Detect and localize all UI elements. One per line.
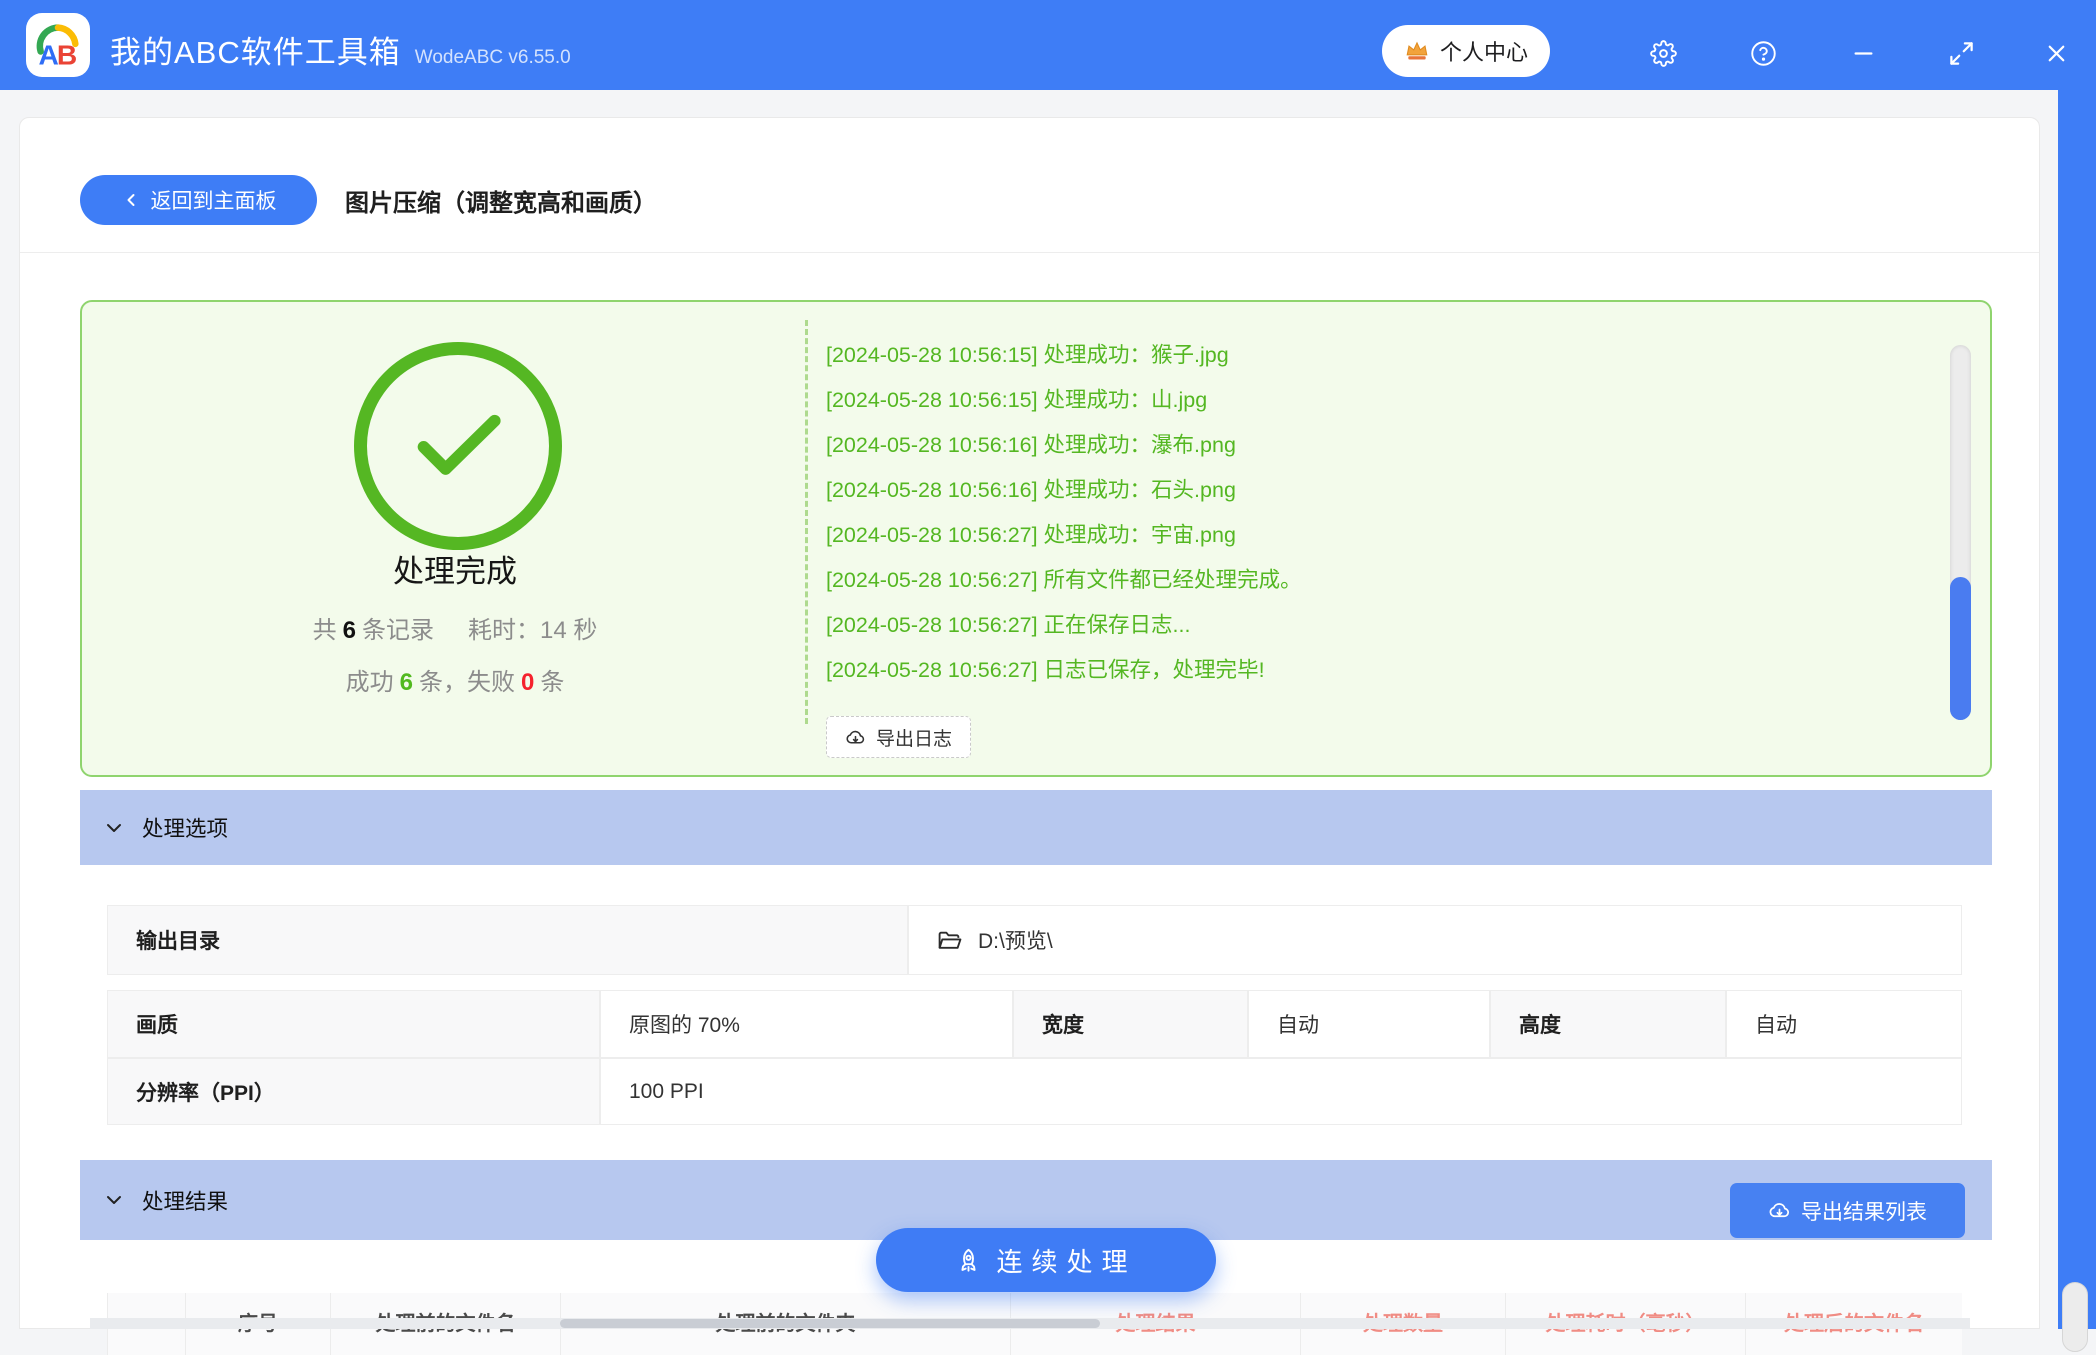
svg-text:A: A bbox=[39, 40, 59, 71]
elapsed-time: 耗时：14 秒 bbox=[467, 617, 598, 644]
failed-count: 0 bbox=[521, 669, 535, 696]
page-title: 图片压缩（调整宽高和画质） bbox=[345, 190, 657, 217]
back-button-label: 返回到主面板 bbox=[150, 190, 277, 213]
cloud-download-icon bbox=[1769, 1203, 1790, 1218]
app-logo-icon: A B bbox=[26, 13, 90, 77]
chevron-down-icon bbox=[107, 823, 121, 832]
log-line: [2024-05-28 10:56:16] 处理成功：瀑布.png bbox=[826, 433, 1236, 457]
export-results-button[interactable]: 导出结果列表 bbox=[1730, 1183, 1965, 1238]
log-line: [2024-05-28 10:56:16] 处理成功：石头.png bbox=[826, 478, 1236, 502]
results-section-title: 处理结果 bbox=[142, 1189, 229, 1214]
header-divider bbox=[20, 252, 2039, 253]
status-title: 处理完成 bbox=[393, 554, 517, 589]
quality-value[interactable]: 原图的 70% bbox=[600, 990, 1013, 1058]
height-label: 高度 bbox=[1490, 990, 1726, 1058]
settings-gear-icon[interactable] bbox=[1645, 35, 1681, 71]
titlebar: A B 我的ABC软件工具箱 WodeABC v6.55.0 个人中心 bbox=[0, 0, 2096, 90]
continue-processing-button[interactable]: 连续处理 bbox=[876, 1228, 1216, 1292]
table-horizontal-scrollbar-thumb[interactable] bbox=[560, 1319, 1100, 1328]
output-dir-label: 输出目录 bbox=[107, 905, 908, 975]
output-dir-value[interactable]: D:\预览\ bbox=[908, 905, 1962, 975]
log-line: [2024-05-28 10:56:27] 所有文件都已经处理完成。 bbox=[826, 568, 1302, 592]
cloud-download-icon bbox=[846, 730, 865, 744]
minimize-icon[interactable] bbox=[1845, 35, 1881, 71]
chevron-down-icon bbox=[107, 1196, 121, 1204]
continue-processing-label: 连续处理 bbox=[996, 1246, 1137, 1277]
maximize-icon[interactable] bbox=[1943, 35, 1979, 71]
crown-icon bbox=[1406, 41, 1428, 60]
svg-text:B: B bbox=[57, 40, 77, 71]
user-center-button[interactable]: 个人中心 bbox=[1382, 25, 1551, 77]
quality-label: 画质 bbox=[107, 990, 600, 1058]
log-divider bbox=[805, 320, 808, 724]
height-value[interactable]: 自动 bbox=[1726, 990, 1962, 1058]
width-value[interactable]: 自动 bbox=[1248, 990, 1490, 1058]
options-section-header[interactable]: 处理选项 bbox=[80, 790, 1992, 865]
log-line: [2024-05-28 10:56:15] 处理成功：山.jpg bbox=[826, 388, 1208, 412]
window-scrollbar-thumb[interactable] bbox=[2062, 1282, 2088, 1352]
success-count: 6 bbox=[399, 669, 413, 696]
log-scrollbar-thumb[interactable] bbox=[1950, 577, 1971, 720]
app-version: WodeABC v6.55.0 bbox=[414, 47, 571, 68]
options-section-title: 处理选项 bbox=[142, 817, 229, 841]
export-log-button[interactable]: 导出日志 bbox=[826, 716, 972, 758]
log-line: [2024-05-28 10:56:27] 处理成功：宇宙.png bbox=[826, 523, 1236, 547]
process-log-list: [2024-05-28 10:56:15] 处理成功：猴子.jpg [2024-… bbox=[826, 333, 1926, 693]
app-title: 我的ABC软件工具箱 bbox=[110, 35, 401, 70]
export-log-label: 导出日志 bbox=[876, 728, 953, 750]
chevron-left-icon bbox=[127, 194, 134, 206]
help-icon[interactable] bbox=[1745, 35, 1781, 71]
close-icon[interactable] bbox=[2038, 35, 2074, 71]
window-right-frame bbox=[2058, 90, 2096, 1329]
output-dir-path: D:\预览\ bbox=[978, 930, 1053, 953]
success-check-icon bbox=[354, 342, 562, 550]
log-line: [2024-05-28 10:56:27] 日志已保存，处理完毕! bbox=[826, 658, 1265, 682]
rocket-icon bbox=[961, 1248, 977, 1272]
log-line: [2024-05-28 10:56:27] 正在保存日志... bbox=[826, 613, 1191, 637]
summary-line-success-fail: 成功 6 条，失败 0 条 bbox=[345, 669, 565, 696]
back-to-dashboard-button[interactable]: 返回到主面板 bbox=[80, 175, 317, 225]
width-label: 宽度 bbox=[1013, 990, 1248, 1058]
log-line: [2024-05-28 10:56:15] 处理成功：猴子.jpg bbox=[826, 343, 1229, 367]
folder-icon bbox=[938, 931, 962, 949]
user-center-label: 个人中心 bbox=[1440, 40, 1529, 65]
total-count: 6 bbox=[342, 617, 356, 644]
ppi-label: 分辨率（PPI） bbox=[107, 1058, 600, 1125]
summary-line-records: 共 6 条记录 耗时：14 秒 bbox=[312, 617, 598, 644]
ppi-value[interactable]: 100 PPI bbox=[600, 1058, 1962, 1125]
export-results-label: 导出结果列表 bbox=[1801, 1200, 1927, 1224]
